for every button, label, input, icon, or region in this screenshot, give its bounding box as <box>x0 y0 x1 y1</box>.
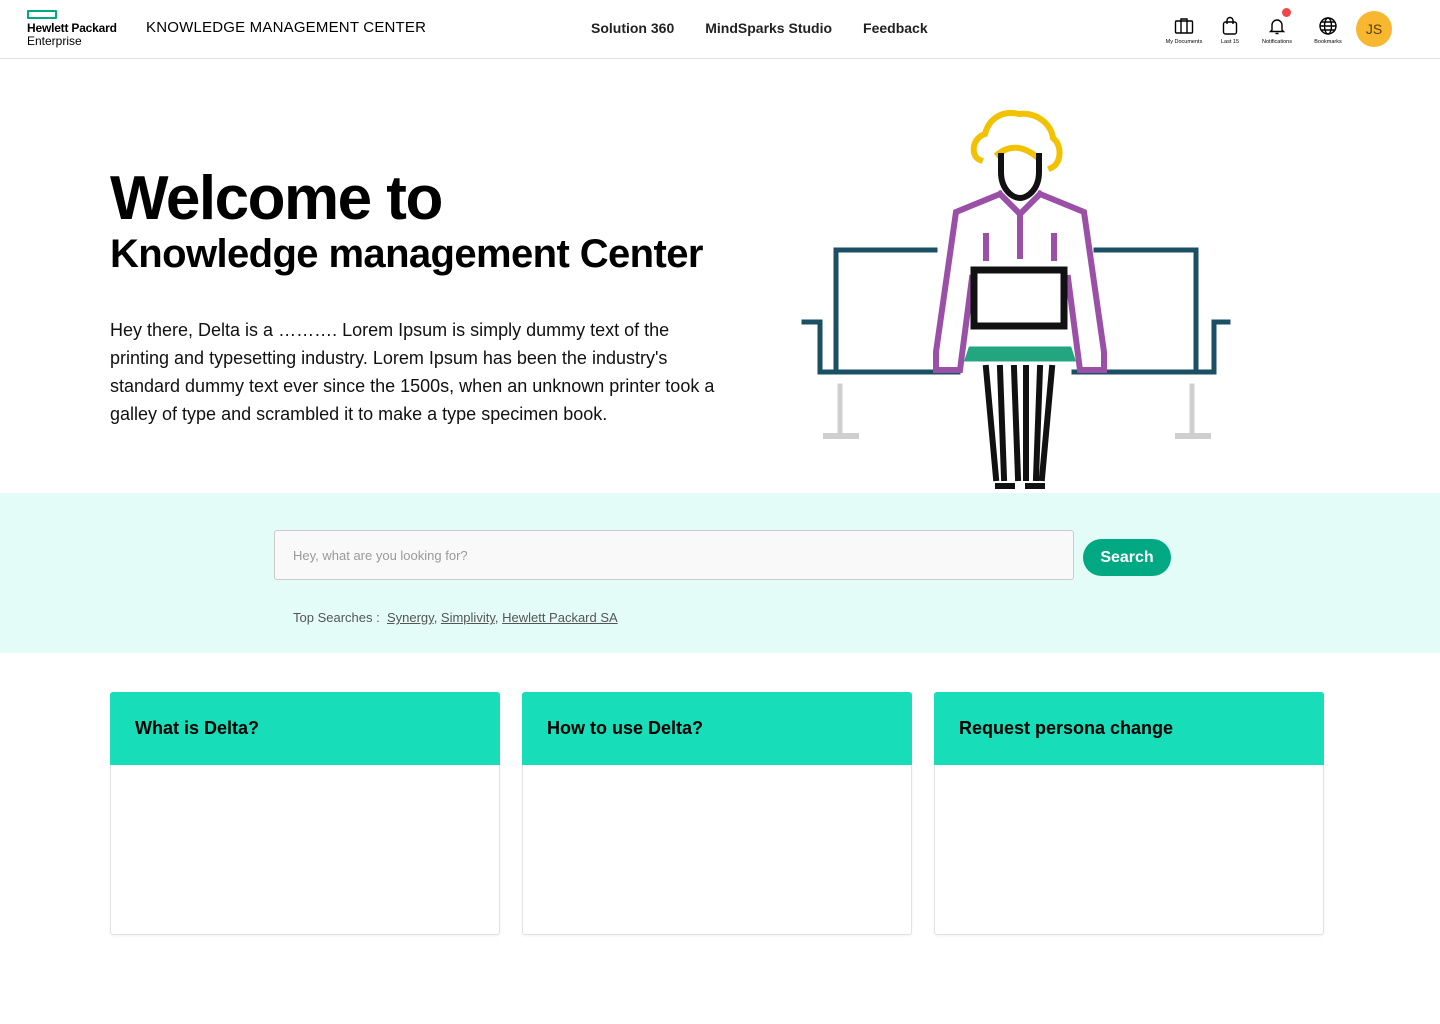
card-header[interactable]: Request persona change <box>934 692 1324 765</box>
card-header[interactable]: What is Delta? <box>110 692 500 765</box>
hero-description: Hey there, Delta is a ………. Lorem Ipsum i… <box>110 320 715 424</box>
nav-solution-360[interactable]: Solution 360 <box>591 20 674 36</box>
briefcase-icon <box>1174 18 1194 34</box>
nav-mindsparks-studio[interactable]: MindSparks Studio <box>705 20 832 36</box>
notifications-button[interactable]: Notifications <box>1247 8 1307 45</box>
card-what-is-delta: What is Delta? <box>110 692 500 935</box>
notifications-label: Notifications <box>1262 39 1292 45</box>
card-request-persona-change: Request persona change <box>934 692 1324 935</box>
user-avatar[interactable]: JS <box>1356 11 1392 47</box>
notification-badge <box>1282 8 1291 17</box>
search-button[interactable]: Search <box>1083 539 1171 576</box>
search-input[interactable] <box>274 530 1074 580</box>
hpe-logo[interactable]: Hewlett Packard Enterprise <box>27 10 137 47</box>
card-title: What is Delta? <box>135 718 260 738</box>
hero-title: Welcome to <box>110 164 443 233</box>
top-header: Hewlett Packard Enterprise KNOWLEDGE MAN… <box>0 0 1440 59</box>
last-15-label: Last 15 <box>1220 39 1240 45</box>
hpe-logo-mark <box>27 10 57 19</box>
bag-icon <box>1222 16 1238 35</box>
app-title: KNOWLEDGE MANAGEMENT CENTER <box>146 19 427 36</box>
nav-feedback[interactable]: Feedback <box>863 20 928 36</box>
card-body <box>522 765 912 935</box>
search-section: Search Top Searches : Synergy, Simplivit… <box>0 493 1440 653</box>
bookmarks-button[interactable]: Bookmarks <box>1307 16 1349 45</box>
card-header[interactable]: How to use Delta? <box>522 692 912 765</box>
card-title: Request persona change <box>959 718 1174 738</box>
header-tools: My Documents Last 15 Notifications Bookm <box>1155 8 1349 45</box>
my-documents-button[interactable]: My Documents <box>1155 16 1213 45</box>
card-how-to-use-delta: How to use Delta? <box>522 692 912 935</box>
globe-icon <box>1319 17 1337 35</box>
bookmarks-label: Bookmarks <box>1314 39 1342 45</box>
card-body <box>110 765 500 935</box>
bell-icon <box>1268 19 1286 35</box>
top-search-link-hewlett-packard-sa[interactable]: Hewlett Packard SA <box>502 610 618 625</box>
top-searches-label: Top Searches : <box>293 610 380 625</box>
main-nav: Solution 360 MindSparks Studio Feedback <box>591 20 928 36</box>
card-body <box>934 765 1324 935</box>
last-15-button[interactable]: Last 15 <box>1213 16 1247 45</box>
logo-text-line2: Enterprise <box>27 34 82 48</box>
my-documents-label: My Documents <box>1165 39 1203 45</box>
top-search-link-synergy[interactable]: Synergy <box>387 610 434 625</box>
top-searches: Top Searches : Synergy, Simplivity, Hewl… <box>293 610 618 625</box>
top-search-link-simplivity[interactable]: Simplivity <box>441 610 495 625</box>
person-at-desk-illustration <box>801 110 1231 489</box>
hero-subtitle: Knowledge management Center <box>110 232 703 276</box>
card-title: How to use Delta? <box>547 718 704 738</box>
